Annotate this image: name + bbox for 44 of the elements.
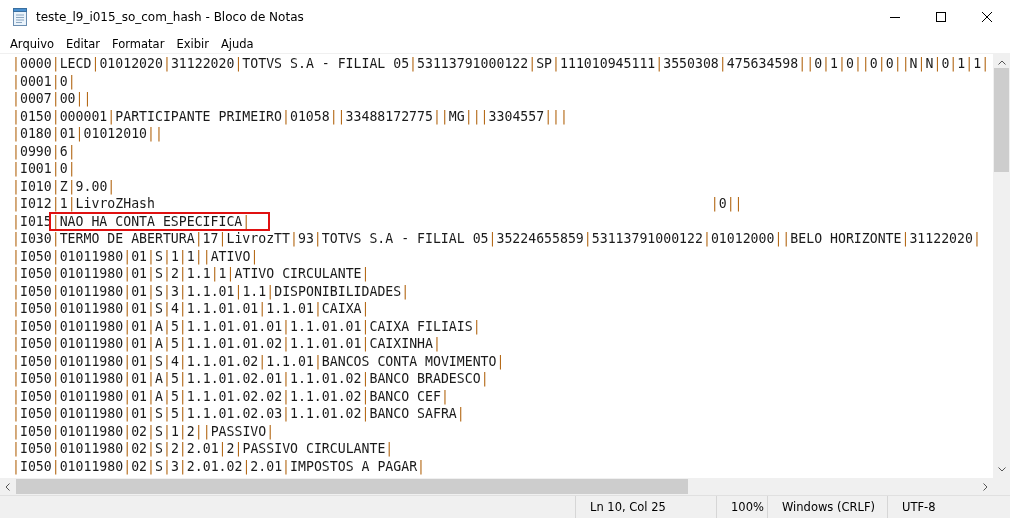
vertical-scrollbar[interactable] xyxy=(993,54,1010,478)
text-line: |I050|01011980|01|S|1|1||ATIVO| xyxy=(12,247,259,265)
scroll-left-icon[interactable] xyxy=(5,482,10,491)
status-field: UTF-8 xyxy=(887,496,1010,518)
maximize-icon xyxy=(936,12,946,22)
text-line: |I012|1|LivroZHash |0|| xyxy=(12,195,743,213)
text-line: |I050|01011980|02|S|1|2||PASSIVO| xyxy=(12,422,275,440)
notepad-icon xyxy=(12,8,28,26)
text-line: |0007|00|| xyxy=(12,90,92,108)
window-title: teste_l9_i015_so_com_hash - Bloco de Notas xyxy=(36,10,304,24)
text-line: |I010|Z|9.00| xyxy=(12,177,116,195)
status-field: Ln 10, Col 25 xyxy=(575,496,716,518)
text-line: |0990|6| xyxy=(12,142,76,160)
text-line: |I001|0| xyxy=(12,160,76,178)
text-line: |I030|TERMO DE ABERTURA|17|LivrozTT|93|TOTVS S.A - FILIAL 05|35224655859|53113791000122|01012000||BELO HORIZONTE|31122020| xyxy=(12,230,981,248)
menu-item[interactable]: Ajuda xyxy=(214,36,260,51)
scroll-down-icon[interactable] xyxy=(997,467,1006,472)
text-line: |I050|01011980|01|S|5|1.1.01.02.03|1.1.01.02|BANCO SAFRA| xyxy=(12,405,465,423)
scroll-up-icon[interactable] xyxy=(997,60,1006,65)
menu-item[interactable]: Exibir xyxy=(170,36,215,51)
text-line: |I050|01011980|01|A|5|1.1.01.01.02|1.1.01.01|CAIXINHA| xyxy=(12,335,441,353)
text-line: |I050|01011980|01|S|2|1.1|1|ATIVO CIRCULANTE| xyxy=(12,265,370,283)
text-line: |I050|01011980|01|A|5|1.1.01.02.01|1.1.01.02|BANCO BRADESCO| xyxy=(12,370,489,388)
scroll-right-icon[interactable] xyxy=(983,482,988,491)
text-line: |I050|01011980|02|S|2|2.01|2|PASSIVO CIRCULANTE| xyxy=(12,440,394,458)
text-line: |I050|01011980|01|S|4|1.1.01.01|1.1.01|CAIXA| xyxy=(12,300,370,318)
menu-item[interactable]: Arquivo xyxy=(4,36,61,51)
menu-item[interactable]: Formatar xyxy=(106,36,171,51)
text-line: |I050|01011980|02|S|3|2.01.02|2.01|IMPOSTOS A PAGAR| xyxy=(12,457,426,475)
text-line: |0180|01|01012010|| xyxy=(12,125,163,143)
status-field: 100% xyxy=(716,496,767,518)
scroll-thumb[interactable] xyxy=(994,68,1009,172)
horizontal-scrollbar[interactable] xyxy=(0,478,1010,495)
text-line: |I050|01011980|01|S|3|1.1.01|1.1|DISPONIBILIDADES| xyxy=(12,282,410,300)
text-line: |0001|0| xyxy=(12,72,76,90)
status-field: Windows (CRLF) xyxy=(767,496,887,518)
text-line: |I050|01011980|01|A|5|1.1.01.01.01|1.1.01.01|CAIXA FILIAIS| xyxy=(12,317,481,335)
menu-item[interactable]: Editar xyxy=(60,36,107,51)
close-icon xyxy=(982,12,992,22)
text-line: |I050|01011980|01|A|5|1.1.01.02.02|1.1.01.02|BANCO CEF| xyxy=(12,387,449,405)
scroll-thumb[interactable] xyxy=(16,479,688,494)
text-line: |I050|01011980|01|S|4|1.1.01.02|1.1.01|BANCOS CONTA MOVIMENTO| xyxy=(12,352,505,370)
text-line: |0000|LECD|01012020|31122020|TOTVS S.A - FILIAL 05|53113791000122|SP|111010945111|3550308|475634598||0|1|0||0|0||N|N|0|1|1| xyxy=(12,55,990,73)
text-line: |0150|000001|PARTICIPANTE PRIMEIRO|01058||33488172775||MG|||3304557||| xyxy=(12,107,568,125)
